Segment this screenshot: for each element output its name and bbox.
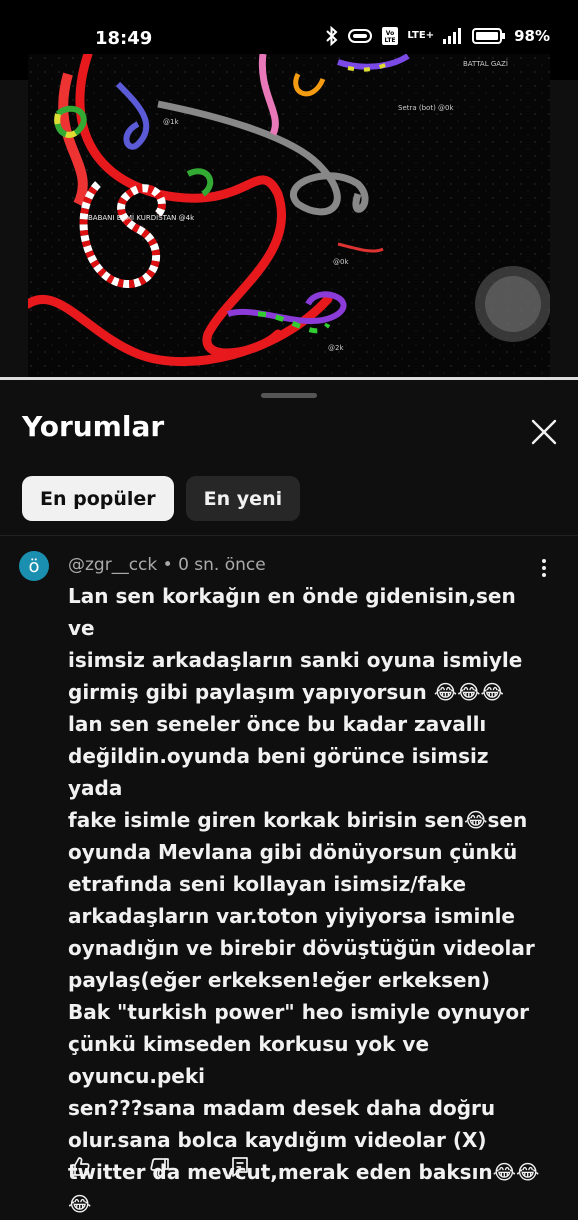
dislike-icon <box>150 1158 169 1177</box>
volte-icon: VoLTE <box>382 27 399 45</box>
signal-icon <box>443 28 462 44</box>
bluetooth-icon <box>326 26 338 46</box>
close-icon[interactable] <box>526 414 562 450</box>
comment-meta: @zgr__cck • 0 sn. önce <box>68 555 266 575</box>
video-label-0: Setra (bot) @0k <box>398 104 454 112</box>
reply-button[interactable] <box>228 1152 308 1182</box>
like-icon <box>71 1157 90 1176</box>
video-label-2: @0k <box>333 258 349 266</box>
comment-text: Lan sen korkağın en önde gidenisin,sen v… <box>68 584 540 1216</box>
video-label-1: BABANI EÇMİ KURDİSTAN @4k <box>88 213 195 222</box>
vibrate-icon <box>348 29 373 43</box>
more-vert-icon[interactable] <box>534 556 554 580</box>
chip-popular[interactable]: En popüler <box>22 476 174 521</box>
status-icons: Vo LTE LTE+ 98% <box>325 26 550 46</box>
video-player[interactable]: BATTAL GAZİ Setra (bot) @0k BABANI EÇMİ … <box>28 54 550 378</box>
sheet-title: Yorumlar <box>22 410 165 443</box>
game-scene: BATTAL GAZİ Setra (bot) @0k BABANI EÇMİ … <box>28 54 550 378</box>
chip-newest[interactable]: En yeni <box>185 476 301 521</box>
divider <box>0 535 578 536</box>
battery-icon <box>472 28 506 44</box>
svg-text:Vo: Vo <box>386 30 394 37</box>
comments-sheet: Yorumlar En popüler En yeni ö @zgr__cck … <box>0 380 578 1216</box>
drag-handle[interactable] <box>261 393 317 398</box>
video-label-3: @1k <box>163 118 179 126</box>
network-type: LTE+ <box>407 30 435 41</box>
dislike-button[interactable] <box>148 1152 228 1182</box>
video-label-4: @2k <box>328 344 344 352</box>
status-time: 18:49 <box>95 28 153 49</box>
video-player-name: BATTAL GAZİ <box>463 59 508 68</box>
svg-text:LTE: LTE <box>385 37 396 44</box>
like-button[interactable] <box>68 1152 148 1182</box>
sort-chips: En popüler En yeni <box>22 476 301 521</box>
battery-percent: 98% <box>514 27 550 45</box>
avatar[interactable]: ö <box>19 551 49 581</box>
comment-actions <box>68 1152 308 1182</box>
reply-icon <box>232 1157 248 1177</box>
